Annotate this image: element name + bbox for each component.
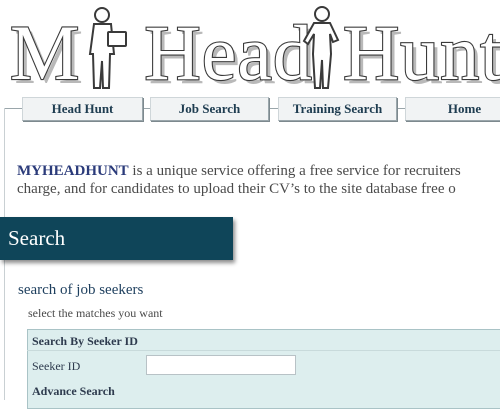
man-silhouette-icon [88,7,127,89]
search-by-id-heading: Search By Seeker ID [32,334,138,348]
tab-label: Head Hunt [51,101,114,116]
brand-name: MYHEADHUNT [17,163,129,179]
tab-job-search[interactable]: Job Search [150,97,269,121]
intro-line-2: charge, and for candidates to upload the… [17,181,456,197]
tab-label: Training Search [292,101,383,116]
tab-label: Job Search [178,101,241,116]
tab-label: Home [447,101,482,116]
tab-head-hunt[interactable]: Head Hunt [22,97,143,121]
intro-paragraph: MYHEADHUNT is a unique service offering … [17,162,500,198]
intro-line-1-text: is a unique service offering a free serv… [128,163,461,179]
advance-search-heading: Advance Search [32,384,115,398]
search-banner: Search [0,217,233,260]
tab-training-search[interactable]: Training Search [278,97,397,121]
banner-title: Search [8,226,66,250]
site-logo[interactable]: M Head Hunt M Head Hunt [0,0,500,95]
seeker-id-input[interactable] [146,355,296,375]
section-title: search of job seekers [18,282,144,298]
seeker-id-label: Seeker ID [32,359,81,373]
intro-line-1: MYHEADHUNT is a unique service offering … [17,162,500,180]
panel-divider [27,350,500,351]
section-subtitle: select the matches you want [28,306,163,320]
tab-home[interactable]: Home [405,97,500,121]
